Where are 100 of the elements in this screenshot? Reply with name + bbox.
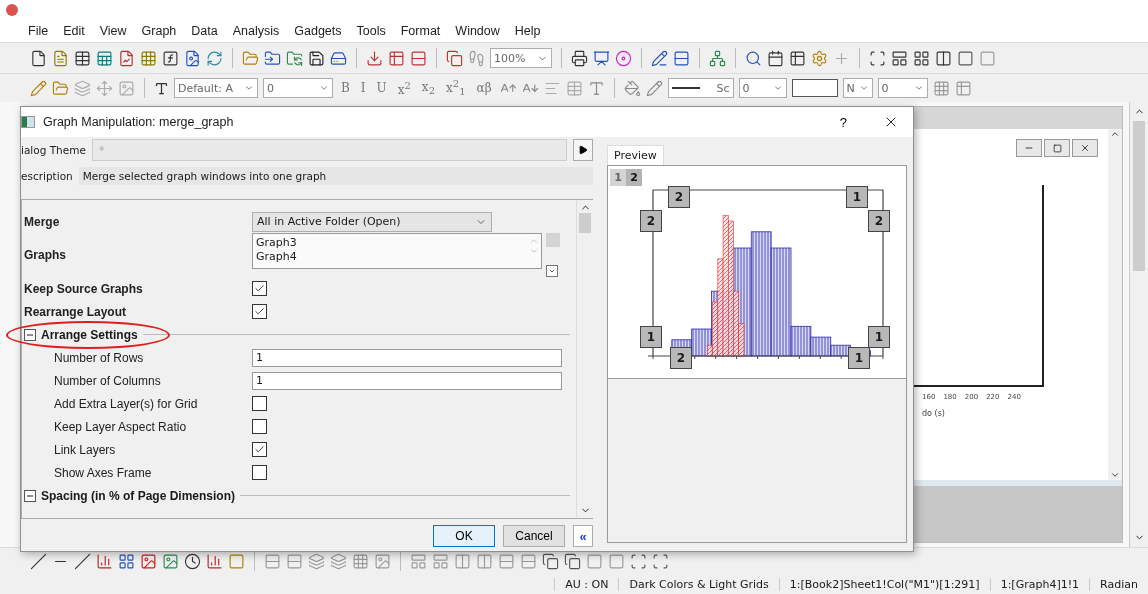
rows-icon[interactable] (498, 552, 515, 570)
font-combo[interactable]: Default: A (174, 78, 258, 98)
network-icon[interactable] (709, 49, 726, 67)
rows-icon[interactable] (520, 552, 537, 570)
rows-icon[interactable] (286, 552, 303, 570)
graphs-list[interactable]: Graph3 Graph4 (252, 233, 542, 269)
format-button[interactable]: αβ (473, 81, 495, 95)
checkbox[interactable] (252, 465, 267, 480)
layer-marker[interactable]: 2 (640, 210, 662, 232)
disc-icon[interactable] (615, 49, 632, 67)
footprints-icon[interactable] (468, 49, 485, 67)
pencil-icon[interactable] (651, 49, 668, 67)
menu-item[interactable]: File (28, 24, 49, 38)
help-button[interactable]: ? (829, 114, 857, 130)
gear-icon[interactable] (811, 49, 828, 67)
grid-icon[interactable] (118, 552, 135, 570)
line-width-combo[interactable]: 0 (738, 78, 787, 98)
input-field[interactable]: 1 (252, 348, 562, 367)
checkbox[interactable] (252, 442, 267, 457)
printer-icon[interactable] (571, 49, 588, 67)
text-color-icon[interactable] (587, 79, 605, 97)
checkbox[interactable] (252, 304, 267, 319)
clock-icon[interactable] (184, 552, 201, 570)
folder-icon[interactable] (52, 79, 69, 97)
layout-icon[interactable] (891, 49, 908, 67)
grid-icon[interactable] (140, 49, 157, 67)
checkbox[interactable] (252, 281, 267, 296)
checkbox[interactable] (252, 419, 267, 434)
input-field[interactable]: 1 (252, 371, 562, 390)
collapse-icon[interactable] (24, 328, 36, 341)
layer-tab[interactable]: 2 (626, 169, 642, 186)
refresh-icon[interactable] (206, 49, 223, 67)
list-item[interactable]: Graph3 (256, 236, 297, 250)
layers-icon[interactable] (308, 552, 325, 570)
bar-chart-icon[interactable] (206, 552, 223, 570)
menu-item[interactable]: Gadgets (294, 24, 342, 38)
file-icon[interactable] (30, 49, 47, 67)
square-icon[interactable] (586, 552, 603, 570)
layer-marker[interactable]: 1 (848, 347, 870, 369)
folder-icon[interactable] (286, 49, 303, 67)
scroll-up-icon[interactable] (1110, 129, 1120, 139)
minimize-button[interactable] (1016, 139, 1042, 157)
square-icon[interactable] (228, 552, 245, 570)
menu-item[interactable]: Tools (356, 24, 386, 38)
rows-icon[interactable] (410, 49, 427, 67)
layer-marker[interactable]: 1 (868, 326, 890, 348)
grid-icon[interactable] (352, 552, 369, 570)
menu-item[interactable]: Edit (63, 24, 85, 38)
pencil-icon[interactable] (30, 79, 47, 97)
chart-file-icon[interactable] (118, 49, 135, 67)
pencil-icon[interactable] (645, 79, 663, 97)
maximize-button[interactable] (1044, 139, 1070, 157)
image-icon[interactable] (140, 552, 157, 570)
fill-combo[interactable]: N (842, 78, 873, 98)
copy-icon[interactable] (564, 552, 581, 570)
collapse-button[interactable]: « (573, 525, 593, 547)
scroll-thumb[interactable] (579, 213, 591, 233)
image-icon[interactable] (374, 552, 391, 570)
layer-marker[interactable]: 2 (868, 210, 890, 232)
zoom-combo[interactable]: 100% (490, 48, 552, 68)
layer-marker[interactable]: 1 (640, 326, 662, 348)
folder-icon[interactable] (242, 49, 259, 67)
layer-marker[interactable]: 1 (846, 186, 868, 208)
scroll-thumb[interactable] (1133, 121, 1145, 271)
image-icon[interactable] (162, 552, 179, 570)
layer-tab[interactable]: 1 (610, 169, 626, 186)
format-button[interactable]: x$^{2}$ (394, 79, 414, 97)
fill-width-combo[interactable]: 0 (877, 78, 928, 98)
font-size-combo[interactable]: 0 (263, 78, 333, 98)
bar-chart-icon[interactable] (96, 552, 113, 570)
rows-icon[interactable] (264, 552, 281, 570)
color-swatch[interactable] (791, 79, 838, 97)
menu-item[interactable]: Analysis (232, 24, 280, 38)
cancel-button[interactable]: Cancel (503, 525, 565, 547)
table-icon[interactable] (388, 49, 405, 67)
menu-item[interactable]: Graph (141, 24, 177, 38)
ok-button[interactable]: OK (433, 525, 495, 547)
scan-icon[interactable] (652, 552, 669, 570)
font-icon[interactable] (154, 80, 169, 96)
folder-icon[interactable] (264, 49, 281, 67)
rows-icon[interactable] (673, 49, 690, 67)
layers-icon[interactable] (330, 552, 347, 570)
document-icon[interactable] (52, 49, 69, 67)
line-style-combo[interactable]: Sc (667, 78, 734, 98)
menu-item[interactable]: Window (455, 24, 500, 38)
format-button[interactable]: x$_{2}$ (418, 79, 438, 97)
paint-bucket-icon[interactable] (623, 79, 641, 97)
scroll-down-icon[interactable] (1110, 470, 1120, 480)
layer-marker[interactable]: 2 (670, 347, 692, 369)
calendar-icon[interactable] (767, 49, 784, 67)
checkbox[interactable] (252, 396, 267, 411)
search-icon[interactable] (745, 49, 762, 67)
merge-dropdown[interactable]: All in Active Folder (Open) (252, 211, 492, 232)
theme-menu-button[interactable] (573, 139, 593, 161)
image-file-icon[interactable] (184, 49, 201, 67)
layer-marker[interactable]: 2 (668, 186, 690, 208)
presentation-icon[interactable] (593, 49, 610, 67)
line-icon[interactable] (74, 552, 91, 570)
table-icon[interactable] (789, 49, 806, 67)
table-icon[interactable] (74, 49, 91, 67)
